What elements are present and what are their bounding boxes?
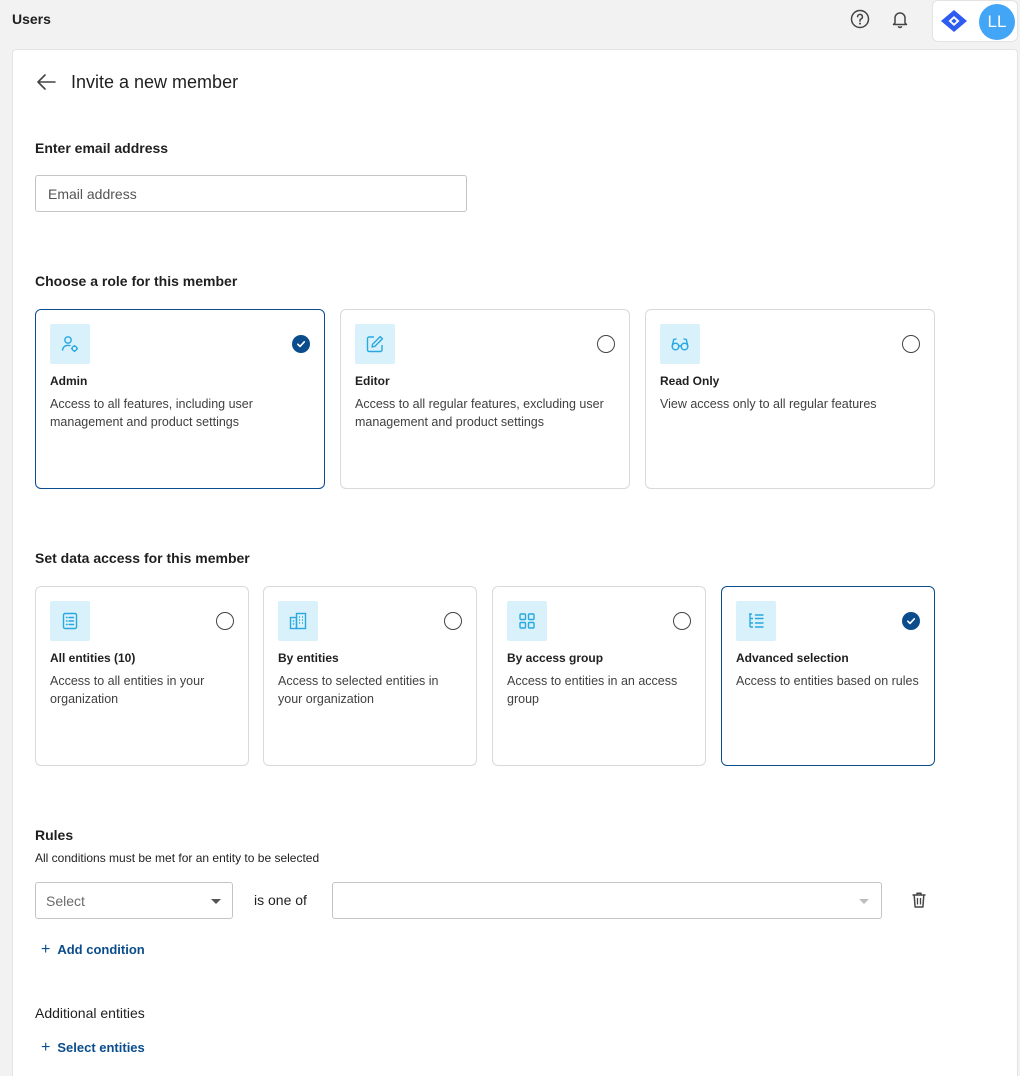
access-card-advanced-selection[interactable]: Advanced selection Access to entities ba…: [721, 586, 935, 766]
card-title: By access group: [507, 651, 604, 665]
grid-icon: [507, 601, 547, 641]
card-description: Access to all regular features, excludin…: [355, 397, 604, 429]
card-description: Access to selected entities in your orga…: [278, 674, 439, 706]
radio-unchecked[interactable]: [902, 335, 920, 353]
card-description: Access to entities in an access group: [507, 674, 678, 706]
card-title: Read Only: [660, 374, 720, 388]
plus-icon: +: [41, 941, 51, 958]
app-switcher[interactable]: LL: [932, 0, 1018, 42]
top-bar: Users LL: [0, 0, 1020, 42]
glasses-icon: [660, 324, 700, 364]
radio-unchecked[interactable]: [216, 612, 234, 630]
field-select-value: Select: [46, 893, 85, 909]
rules-title: Rules: [35, 827, 74, 843]
select-entities-button[interactable]: + Select entities: [41, 1039, 145, 1056]
card-description: Access to all entities in your organizat…: [50, 674, 205, 706]
radio-unchecked[interactable]: [444, 612, 462, 630]
edit-icon: [355, 324, 395, 364]
list-icon: [50, 601, 90, 641]
trash-icon[interactable]: [909, 890, 929, 910]
chevron-down-icon: [211, 899, 221, 904]
email-field[interactable]: [35, 175, 467, 212]
access-card-by-entities[interactable]: By entities Access to selected entities …: [263, 586, 477, 766]
card-title: Advanced selection: [736, 651, 849, 665]
radio-checked[interactable]: [292, 335, 310, 353]
app-title: Users: [12, 11, 51, 27]
brand-logo: [941, 10, 967, 32]
select-entities-label: Select entities: [57, 1040, 145, 1055]
card-title: Editor: [355, 374, 390, 388]
role-label: Choose a role for this member: [35, 273, 238, 289]
back-arrow-icon[interactable]: [35, 72, 57, 92]
email-label: Enter email address: [35, 140, 169, 156]
add-condition-label: Add condition: [57, 942, 145, 957]
access-card-by-access-group[interactable]: By access group Access to entities in an…: [492, 586, 706, 766]
additional-entities-title: Additional entities: [35, 1005, 145, 1021]
building-icon: [278, 601, 318, 641]
bell-icon[interactable]: [890, 9, 910, 29]
tree-list-icon: [736, 601, 776, 641]
operator-label: is one of: [254, 892, 307, 908]
access-card-all-entities[interactable]: All entities (10) Access to all entities…: [35, 586, 249, 766]
card-title: All entities (10): [50, 651, 136, 665]
role-card-read-only[interactable]: Read Only View access only to all regula…: [645, 309, 935, 489]
access-label: Set data access for this member: [35, 550, 250, 566]
rules-hint: All conditions must be met for an entity…: [35, 851, 320, 865]
card-title: By entities: [278, 651, 339, 665]
role-card-admin[interactable]: Admin Access to all features, including …: [35, 309, 325, 489]
page-title: Invite a new member: [71, 72, 239, 92]
field-select[interactable]: Select: [35, 882, 233, 919]
plus-icon: +: [41, 1039, 51, 1056]
card-description: View access only to all regular features: [660, 397, 877, 411]
add-condition-button[interactable]: + Add condition: [41, 941, 145, 958]
card-title: Admin: [50, 374, 88, 388]
radio-checked[interactable]: [902, 612, 920, 630]
help-icon[interactable]: [850, 9, 870, 29]
card-description: Access to all features, including user m…: [50, 397, 253, 429]
radio-unchecked[interactable]: [597, 335, 615, 353]
value-select[interactable]: [332, 882, 882, 919]
avatar[interactable]: LL: [979, 4, 1015, 40]
chevron-down-icon: [859, 899, 869, 904]
user-gear-icon: [50, 324, 90, 364]
role-card-editor[interactable]: Editor Access to all regular features, e…: [340, 309, 630, 489]
radio-unchecked[interactable]: [673, 612, 691, 630]
card-description: Access to entities based on rules: [736, 674, 919, 688]
